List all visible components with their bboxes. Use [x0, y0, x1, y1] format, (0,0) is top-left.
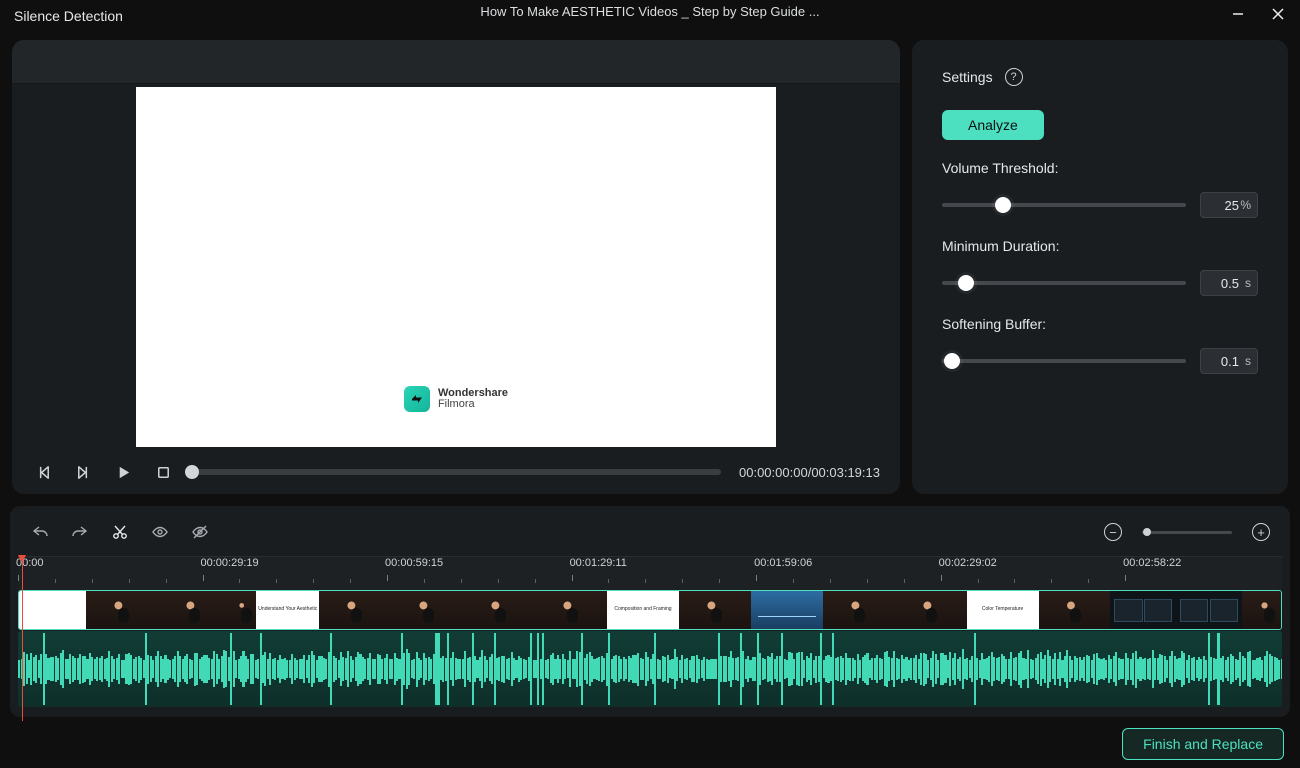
prev-frame-button[interactable] [32, 461, 54, 483]
softening-buffer-group: Softening Buffer: 0.1s [942, 316, 1258, 374]
clip-thumb[interactable] [1110, 591, 1176, 629]
clip-thumb[interactable] [391, 591, 463, 629]
minimum-duration-group: Minimum Duration: 0.5s [942, 238, 1258, 296]
clip-thumb[interactable] [19, 591, 86, 629]
preview-panel: Wondershare Filmora 00:00:00:00/00:03 [12, 40, 900, 494]
zoom-slider[interactable] [1142, 531, 1232, 534]
clip-thumb[interactable] [1039, 591, 1111, 629]
next-frame-button[interactable] [72, 461, 94, 483]
minimum-duration-value[interactable]: 0.5s [1200, 270, 1258, 296]
ruler-label: 00:02:58:22 [1123, 557, 1181, 569]
ruler-label: 00:00:59:15 [385, 557, 443, 569]
clip-thumb[interactable] [1242, 591, 1282, 629]
volume-threshold-slider[interactable] [942, 203, 1186, 207]
clip-thumb[interactable]: Composition and Framing [607, 591, 679, 629]
audio-waveform[interactable] [18, 631, 1282, 707]
finish-and-replace-button[interactable]: Finish and Replace [1122, 728, 1284, 760]
clip-thumb[interactable] [158, 591, 230, 629]
clip-thumb[interactable] [1176, 591, 1242, 629]
stop-button[interactable] [152, 461, 174, 483]
clip-thumb[interactable] [463, 591, 535, 629]
clip-thumb[interactable] [751, 591, 823, 629]
brand-text: Wondershare Filmora [438, 388, 508, 410]
preview-canvas: Wondershare Filmora [12, 84, 900, 450]
clip-thumb[interactable] [679, 591, 751, 629]
analyze-button[interactable]: Analyze [942, 110, 1044, 140]
video-frame: Wondershare Filmora [136, 87, 776, 447]
redo-button[interactable] [70, 522, 90, 542]
volume-threshold-label: Volume Threshold: [942, 160, 1258, 176]
timeline-panel: − + 00:0000:00:29:1900:00:59:1500:01:29:… [10, 506, 1290, 717]
ruler-label: 00:00:29:19 [201, 557, 259, 569]
minimize-icon [1231, 7, 1245, 21]
close-button[interactable] [1264, 2, 1292, 26]
timeline-toolbar: − + [18, 514, 1282, 550]
seek-bar[interactable] [192, 469, 721, 475]
brand-watermark: Wondershare Filmora [404, 386, 508, 412]
eye-button[interactable] [150, 522, 170, 542]
clip-thumb[interactable] [230, 591, 257, 629]
settings-panel: Settings ? Analyze Volume Threshold: 25%… [912, 40, 1288, 494]
titlebar: Silence Detection How To Make AESTHETIC … [0, 0, 1300, 24]
cut-button[interactable] [110, 522, 130, 542]
softening-buffer-value[interactable]: 0.1s [1200, 348, 1258, 374]
help-icon[interactable]: ? [1005, 68, 1023, 86]
volume-threshold-value[interactable]: 25% [1200, 192, 1258, 218]
app-title: Silence Detection [14, 8, 123, 24]
document-title: How To Make AESTHETIC Videos _ Step by S… [480, 4, 819, 19]
clip-thumb[interactable] [535, 591, 607, 629]
clip-thumb[interactable] [895, 591, 967, 629]
brand-line2: Filmora [438, 399, 508, 410]
settings-heading: Settings [942, 69, 993, 85]
volume-threshold-group: Volume Threshold: 25% [942, 160, 1258, 218]
preview-header [12, 40, 900, 84]
clip-thumb[interactable]: Understand Your Aesthetic [256, 591, 319, 629]
zoom-out-button[interactable]: − [1104, 523, 1122, 541]
clip-thumb[interactable] [319, 591, 391, 629]
eye-off-button[interactable] [190, 522, 210, 542]
close-icon [1271, 7, 1285, 21]
undo-button[interactable] [30, 522, 50, 542]
seek-knob[interactable] [185, 465, 199, 479]
softening-buffer-slider[interactable] [942, 359, 1186, 363]
ruler-label: 00:01:59:06 [754, 557, 812, 569]
window-controls [1224, 2, 1292, 26]
filmora-logo-icon [404, 386, 430, 412]
clip-thumb[interactable] [823, 591, 895, 629]
time-ruler[interactable]: 00:0000:00:29:1900:00:59:1500:01:29:1100… [18, 556, 1282, 590]
ruler-label: 00:01:29:11 [570, 557, 627, 569]
softening-buffer-label: Softening Buffer: [942, 316, 1258, 332]
ruler-label: 00:02:29:02 [939, 557, 997, 569]
minimum-duration-label: Minimum Duration: [942, 238, 1258, 254]
play-button[interactable] [112, 461, 134, 483]
minimize-button[interactable] [1224, 2, 1252, 26]
transport-bar: 00:00:00:00/00:03:19:13 [12, 450, 900, 494]
timecode: 00:00:00:00/00:03:19:13 [739, 465, 880, 480]
zoom-in-button[interactable]: + [1252, 523, 1270, 541]
minimum-duration-slider[interactable] [942, 281, 1186, 285]
clip-track[interactable]: Understand Your Aesthetic Composition an… [18, 590, 1282, 630]
clip-thumb[interactable]: Color Temperature [967, 591, 1039, 629]
clip-thumb[interactable] [86, 591, 158, 629]
